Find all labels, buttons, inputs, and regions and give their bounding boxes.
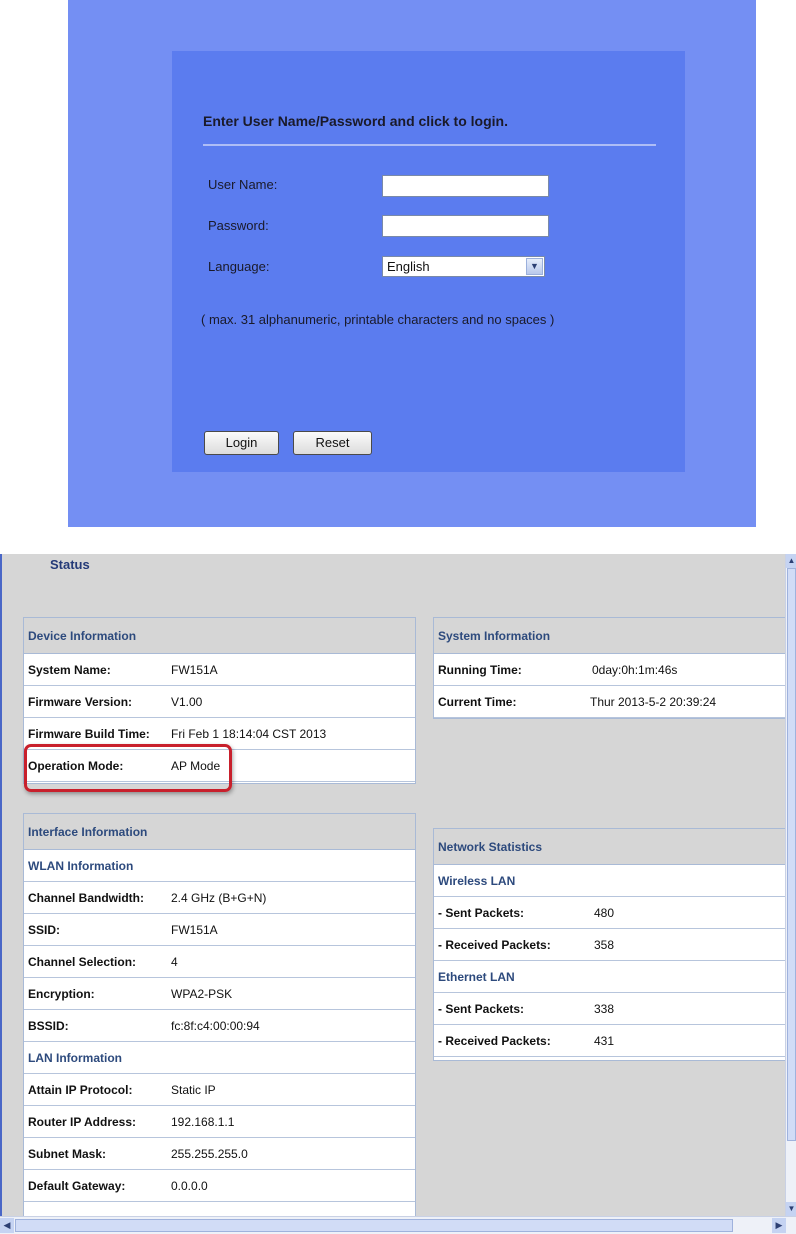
- scrollbar-thumb[interactable]: [787, 568, 796, 1141]
- interface-info-header: Interface Information: [24, 814, 415, 850]
- reset-button[interactable]: Reset: [293, 431, 372, 455]
- row-value: WPA2-PSK: [171, 987, 233, 1001]
- device-info-header: Device Information: [24, 618, 415, 654]
- highlight-box: [24, 744, 232, 792]
- password-input[interactable]: [382, 215, 549, 237]
- login-button[interactable]: Login: [204, 431, 279, 455]
- row-value: 2.4 GHz (B+G+N): [171, 891, 267, 905]
- row-label: - Sent Packets:: [438, 906, 525, 920]
- row-value: FW151A: [171, 663, 218, 677]
- network-stats-header: Network Statistics: [434, 829, 785, 865]
- scroll-down-icon[interactable]: ▼: [786, 1202, 796, 1216]
- row-value: V1.00: [171, 695, 203, 709]
- row-label: Attain IP Protocol:: [28, 1083, 133, 1097]
- row-label: Firmware Version:: [28, 695, 133, 709]
- divider: [203, 144, 656, 146]
- page-title: Status: [50, 557, 90, 572]
- chevron-down-icon[interactable]: ▼: [526, 258, 543, 275]
- row-value: 431: [594, 1034, 615, 1048]
- system-info-panel: System Information Running Time: 0day:0h:…: [433, 617, 786, 719]
- row-label: - Received Packets:: [438, 1034, 551, 1048]
- username-label: User Name:: [208, 177, 278, 192]
- table-row: Subnet Mask: 255.255.255.0: [24, 1138, 415, 1170]
- horizontal-scrollbar[interactable]: ◀ ▶: [0, 1216, 796, 1234]
- row-value: 4: [171, 955, 178, 969]
- row-value: 480: [594, 906, 615, 920]
- table-row: - Sent Packets: 338: [434, 993, 785, 1025]
- table-row: Current Time: Thur 2013-5-2 20:39:24: [434, 686, 785, 718]
- row-value: Static IP: [171, 1083, 216, 1097]
- table-row: Encryption: WPA2-PSK: [24, 978, 415, 1010]
- window-edge: [0, 554, 2, 1216]
- table-row: Firmware Version: V1.00: [24, 686, 415, 718]
- table-row: BSSID: fc:8f:c4:00:00:94: [24, 1010, 415, 1042]
- table-row: - Sent Packets: 480: [434, 897, 785, 929]
- interface-info-panel: Interface Information WLAN Information C…: [23, 813, 416, 1223]
- table-row: - Received Packets: 431: [434, 1025, 785, 1057]
- scrollbar-thumb[interactable]: [15, 1219, 733, 1232]
- wlan-info-header: WLAN Information: [24, 850, 415, 882]
- row-value: 338: [594, 1002, 615, 1016]
- row-label: - Received Packets:: [438, 938, 551, 952]
- scroll-up-icon[interactable]: ▲: [786, 554, 796, 568]
- row-label: Running Time:: [438, 663, 522, 677]
- vertical-scrollbar[interactable]: ▲ ▼: [785, 554, 796, 1216]
- table-row: Running Time: 0day:0h:1m:46s: [434, 654, 785, 686]
- lan-info-header: LAN Information: [24, 1042, 415, 1074]
- table-row: Channel Selection: 4: [24, 946, 415, 978]
- row-label: System Name:: [28, 663, 111, 677]
- status-page: Status Device Information System Name: FW…: [0, 554, 796, 1234]
- row-label: Router IP Address:: [28, 1115, 137, 1129]
- login-heading: Enter User Name/Password and click to lo…: [203, 113, 508, 129]
- row-value: 255.255.255.0: [171, 1147, 248, 1161]
- login-background: Enter User Name/Password and click to lo…: [68, 0, 756, 527]
- row-label: Subnet Mask:: [28, 1147, 107, 1161]
- ethernet-lan-header: Ethernet LAN: [434, 961, 785, 993]
- row-label: SSID:: [28, 923, 61, 937]
- row-value: FW151A: [171, 923, 218, 937]
- system-info-header: System Information: [434, 618, 785, 654]
- table-row: Attain IP Protocol: Static IP: [24, 1074, 415, 1106]
- table-row: SSID: FW151A: [24, 914, 415, 946]
- login-hint: ( max. 31 alphanumeric, printable charac…: [201, 312, 555, 327]
- username-input[interactable]: [382, 175, 549, 197]
- row-label: - Sent Packets:: [438, 1002, 525, 1016]
- wireless-lan-header: Wireless LAN: [434, 865, 785, 897]
- table-row: - Received Packets: 358: [434, 929, 785, 961]
- row-value: 358: [594, 938, 615, 952]
- login-form: Enter User Name/Password and click to lo…: [172, 51, 685, 472]
- network-stats-panel: Network Statistics Wireless LAN - Sent P…: [433, 828, 786, 1061]
- row-label: Channel Bandwidth:: [28, 891, 144, 905]
- table-row: Router IP Address: 192.168.1.1: [24, 1106, 415, 1138]
- table-row: Default Gateway: 0.0.0.0: [24, 1170, 415, 1202]
- password-label: Password:: [208, 218, 269, 233]
- row-value: 0day:0h:1m:46s: [592, 663, 678, 677]
- scroll-left-icon[interactable]: ◀: [0, 1218, 14, 1233]
- row-label: Encryption:: [28, 987, 95, 1001]
- row-label: BSSID:: [28, 1019, 69, 1033]
- table-row: Channel Bandwidth: 2.4 GHz (B+G+N): [24, 882, 415, 914]
- row-label: Default Gateway:: [28, 1179, 126, 1193]
- row-value: 0.0.0.0: [171, 1179, 208, 1193]
- scroll-right-icon[interactable]: ▶: [772, 1218, 786, 1233]
- language-label: Language:: [208, 259, 270, 274]
- language-selected-value: English: [387, 259, 430, 274]
- row-value: Thur 2013-5-2 20:39:24: [590, 695, 717, 709]
- language-select[interactable]: English ▼: [382, 256, 545, 277]
- row-label: Channel Selection:: [28, 955, 137, 969]
- row-value: 192.168.1.1: [171, 1115, 235, 1129]
- row-value: fc:8f:c4:00:00:94: [171, 1019, 260, 1033]
- row-label: Current Time:: [438, 695, 517, 709]
- table-row: System Name: FW151A: [24, 654, 415, 686]
